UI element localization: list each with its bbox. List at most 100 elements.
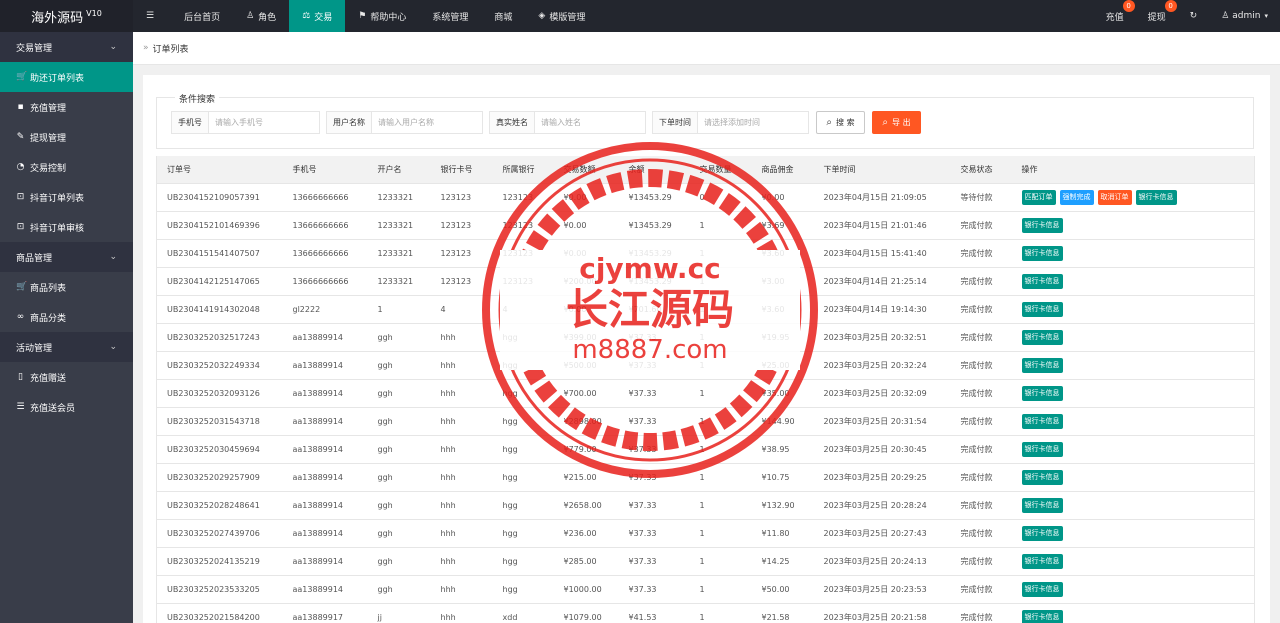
table-cell: 2023年03月25日 20:32:51 xyxy=(813,323,951,352)
cart-icon: 🛒 xyxy=(16,282,28,292)
table-cell: UB2303252032517243 xyxy=(156,323,283,352)
sidebar-item-1-1[interactable]: ∞ 商品分类 xyxy=(0,302,133,332)
table-cell: 1 xyxy=(689,267,752,296)
action-button[interactable]: 银行卡信息 xyxy=(1021,581,1063,597)
action-button[interactable]: 匹配订单 xyxy=(1021,189,1056,205)
table-cell: 1233321 xyxy=(367,267,431,296)
sidebar-item-0-5[interactable]: ⊡ 抖音订单审核 xyxy=(0,212,133,242)
action-button[interactable]: 银行卡信息 xyxy=(1021,357,1063,373)
column-header-10: 交易状态 xyxy=(950,156,1012,184)
table-cell: 1 xyxy=(689,351,752,380)
nav-item-6[interactable]: 商城 xyxy=(481,0,525,32)
nav-item-label: 后台首页 xyxy=(184,12,221,23)
table-cell: hgg xyxy=(492,491,554,520)
table-cell: 123123 xyxy=(430,267,493,296)
sidebar-item-0-4[interactable]: ⊡ 抖音订单列表 xyxy=(0,182,133,212)
nav-item-3[interactable]: ⚖ 交易 xyxy=(289,0,346,32)
column-header-9: 下单时间 xyxy=(813,156,951,184)
sidebar-item-2-1[interactable]: ☰ 充值送会员 xyxy=(0,392,133,422)
table-cell: ¥37.33 xyxy=(618,547,690,576)
table-cell: 完成付款 xyxy=(950,603,1012,623)
action-button[interactable]: 银行卡信息 xyxy=(1021,301,1063,317)
table-cell: 完成付款 xyxy=(950,547,1012,576)
table-cell: ¥11.80 xyxy=(751,519,814,548)
username-input[interactable] xyxy=(372,112,482,133)
sidebar-item-0-0[interactable]: 🛒 助还订单列表 xyxy=(0,62,133,92)
sidebar-item-0-2[interactable]: ✎ 提现管理 xyxy=(0,122,133,152)
action-button[interactable]: 银行卡信息 xyxy=(1021,273,1063,289)
search-panel: 条件搜索 手机号 用户名称 真实姓名 下单时间 ⌕ 搜 索 ⌕ 导 出 xyxy=(156,92,1254,149)
sidebar-group-1[interactable]: 商品管理 ⌄ xyxy=(0,242,133,272)
table-cell: 123123 xyxy=(492,267,554,296)
table-cell: 完成付款 xyxy=(950,239,1012,268)
phone-input[interactable] xyxy=(209,112,319,133)
table-cell: hhh xyxy=(430,603,493,623)
sidebar-item-2-0[interactable]: ▯ 充值赠送 xyxy=(0,362,133,392)
table-cell: hhh xyxy=(430,351,493,380)
nav-item-0[interactable]: ☰ xyxy=(133,0,171,32)
sidebar-group-0[interactable]: 交易管理 ⌄ xyxy=(0,32,133,62)
table-cell: ¥37.33 xyxy=(618,323,690,352)
nav-item-7[interactable]: ◈ 模版管理 xyxy=(525,0,598,32)
table-cell: ¥144.90 xyxy=(751,407,814,436)
action-button[interactable]: 银行卡信息 xyxy=(1021,413,1063,429)
table-cell: aa13889914 xyxy=(282,351,368,380)
table-cell: UB2303252028248641 xyxy=(156,491,283,520)
nav-item-2[interactable]: ♙ 角色 xyxy=(233,0,289,32)
table-cell: ¥3.00 xyxy=(751,267,814,296)
column-header-0: 订单号 xyxy=(156,156,283,184)
sidebar-item-label: 充值赠送 xyxy=(30,373,67,384)
cart-icon: 🛒 xyxy=(16,72,28,82)
sidebar-item-0-1[interactable]: ▪ 充值管理 xyxy=(0,92,133,122)
table-cell: 2023年04月15日 21:09:05 xyxy=(813,183,951,212)
recharge-button[interactable]: 充值 0 xyxy=(1094,0,1136,32)
column-header-5: 交易数额 xyxy=(553,156,619,184)
table-cell-actions: 银行卡信息 xyxy=(1011,407,1255,436)
nav-item-5[interactable]: 系统管理 xyxy=(419,0,481,32)
time-input[interactable] xyxy=(698,112,808,133)
action-button[interactable]: 银行卡信息 xyxy=(1021,469,1063,485)
table-cell-actions: 银行卡信息 xyxy=(1011,575,1255,604)
app-logo[interactable]: 海外源码 V10 xyxy=(0,0,133,32)
table-cell-actions: 银行卡信息 xyxy=(1011,603,1255,623)
column-header-8: 商品佣金 xyxy=(751,156,814,184)
action-button[interactable]: 银行卡信息 xyxy=(1021,609,1063,623)
table-cell: ¥200.00 xyxy=(553,267,619,296)
sidebar-item-1-0[interactable]: 🛒 商品列表 xyxy=(0,272,133,302)
action-button[interactable]: 银行卡信息 xyxy=(1021,497,1063,513)
table-cell: ¥37.33 xyxy=(618,407,690,436)
action-button[interactable]: 取消订单 xyxy=(1097,189,1132,205)
realname-input[interactable] xyxy=(535,112,645,133)
sidebar-group-2[interactable]: 活动管理 ⌄ xyxy=(0,332,133,362)
action-button[interactable]: 银行卡信息 xyxy=(1021,525,1063,541)
withdraw-button[interactable]: 提现 0 xyxy=(1136,0,1178,32)
sidebar-item-0-3[interactable]: ◔ 交易控制 xyxy=(0,152,133,182)
action-button[interactable]: 银行卡信息 xyxy=(1021,385,1063,401)
action-button[interactable]: 银行卡信息 xyxy=(1135,189,1177,205)
table-cell: UB2303252027439706 xyxy=(156,519,283,548)
table-cell: ¥3.60 xyxy=(751,239,814,268)
table-cell-actions: 银行卡信息 xyxy=(1011,547,1255,576)
breadcrumb-current[interactable]: 订单列表 xyxy=(153,42,189,55)
table-cell: ggh xyxy=(367,323,431,352)
table-cell: ¥25.00 xyxy=(751,351,814,380)
list-icon: ☰ xyxy=(16,402,25,412)
nav-item-4[interactable]: ⚑ 帮助中心 xyxy=(345,0,419,32)
action-button[interactable]: 银行卡信息 xyxy=(1021,329,1063,345)
nav-item-label: 系统管理 xyxy=(432,12,469,23)
search-button[interactable]: ⌕ 搜 索 xyxy=(816,111,865,134)
time-label: 下单时间 xyxy=(653,112,698,133)
action-button[interactable]: 银行卡信息 xyxy=(1021,553,1063,569)
table-row: UB2304152109057391 13666666666 1233321 1231… xyxy=(156,183,1255,212)
action-button[interactable]: 银行卡信息 xyxy=(1021,441,1063,457)
nav-item-1[interactable]: 后台首页 xyxy=(171,0,233,32)
refresh-button[interactable]: ↻ xyxy=(1178,0,1210,32)
action-button[interactable]: 银行卡信息 xyxy=(1021,245,1063,261)
action-button[interactable]: 银行卡信息 xyxy=(1021,217,1063,233)
export-button[interactable]: ⌕ 导 出 xyxy=(872,111,921,134)
user-menu[interactable]: ♙ admin ▾ xyxy=(1209,0,1280,32)
table-cell: aa13889917 xyxy=(282,603,368,623)
table-cell: UB2303252030459694 xyxy=(156,435,283,464)
action-button[interactable]: 强制完成 xyxy=(1059,189,1094,205)
table-cell: ¥132.90 xyxy=(751,491,814,520)
